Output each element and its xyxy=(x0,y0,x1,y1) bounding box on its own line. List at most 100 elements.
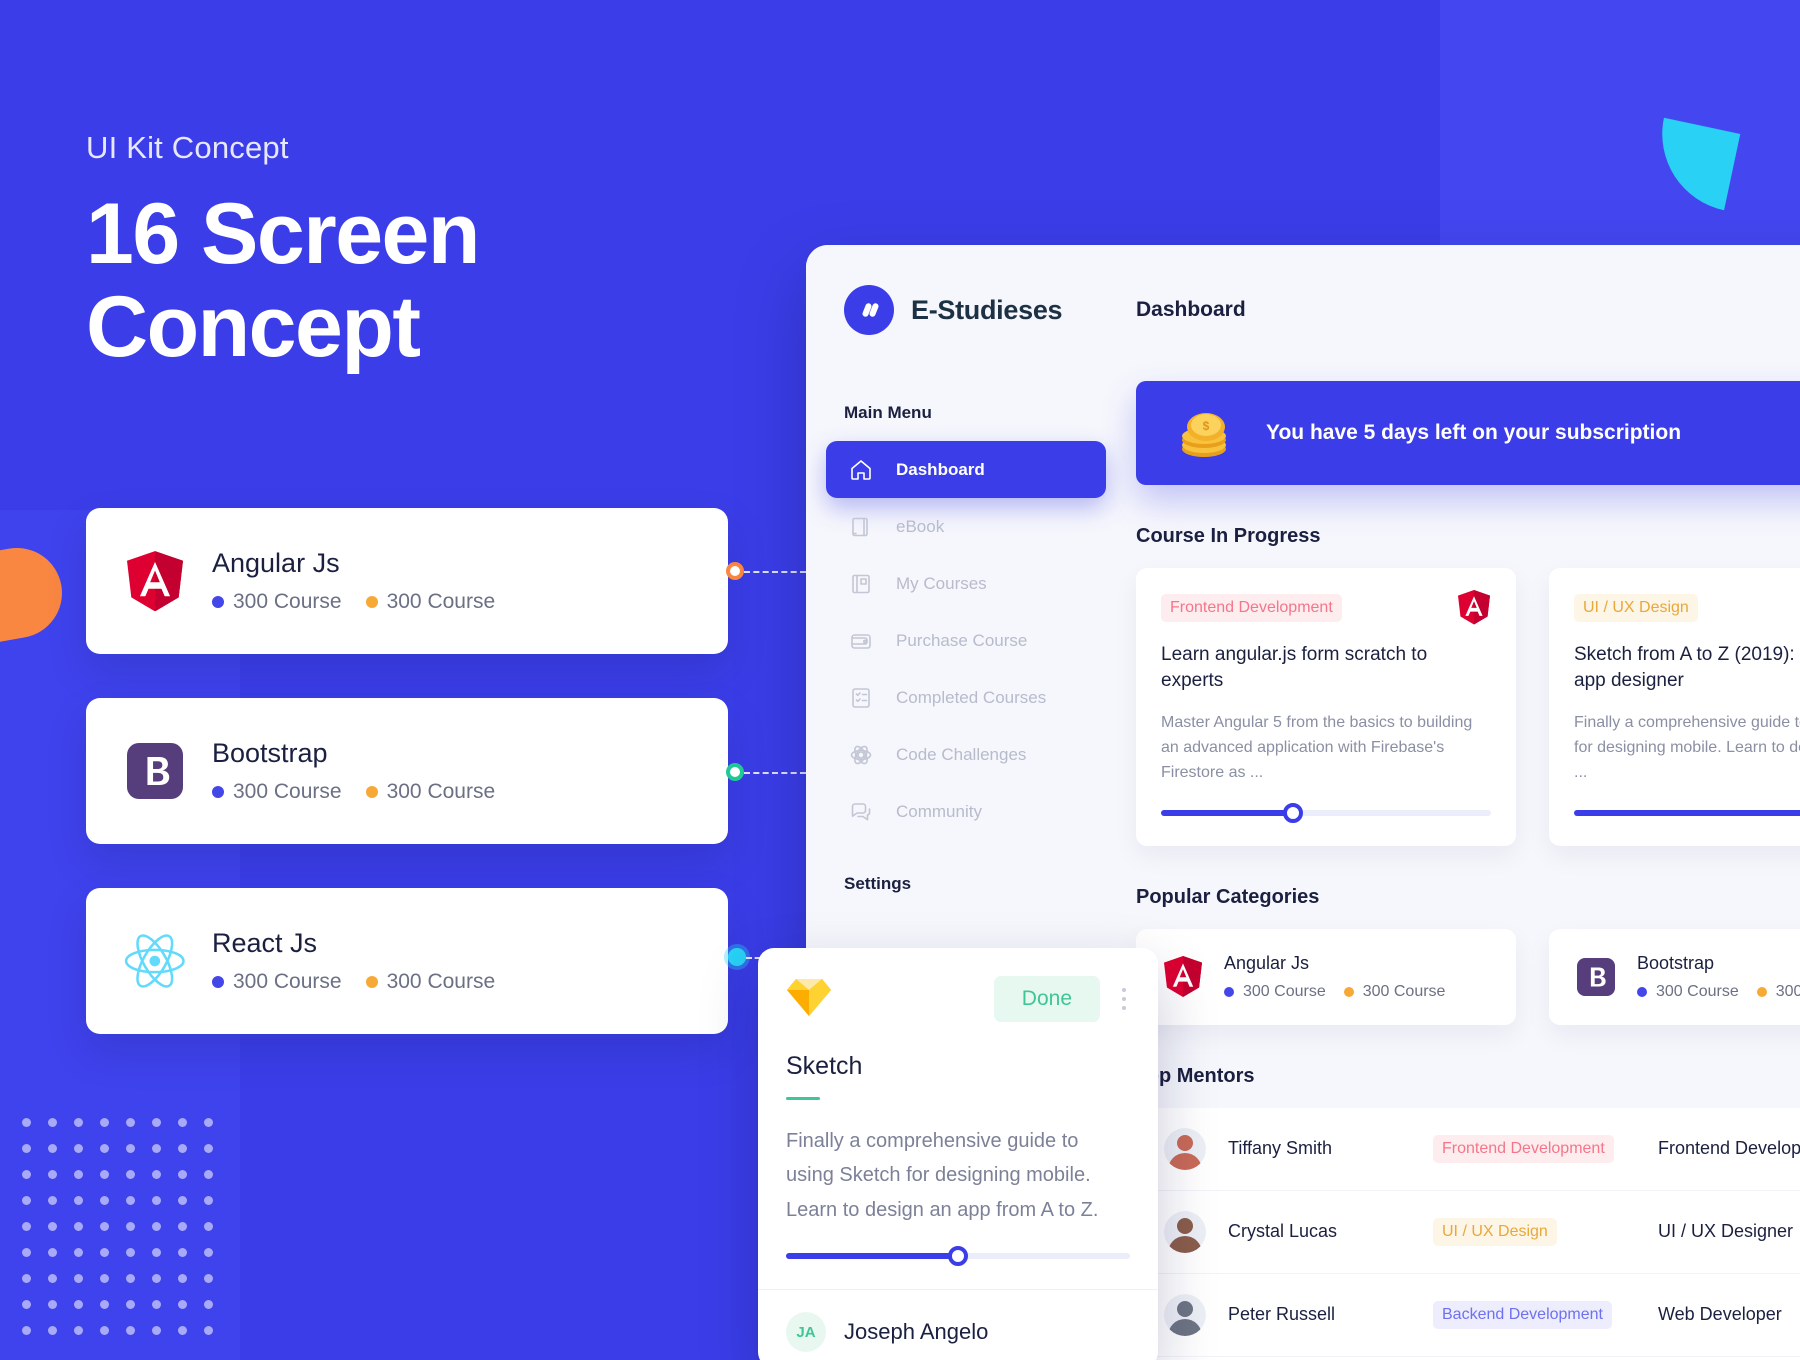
subscription-text: You have 5 days left on your subscriptio… xyxy=(1266,421,1682,444)
framework-card-list: Angular Js 300 Course 300 Course Bootstr… xyxy=(86,508,728,1078)
category-card[interactable]: Angular Js 300 Course 300 Course xyxy=(1136,928,1516,1025)
hero-title-line-2: Concept xyxy=(86,278,421,375)
sidebar-item-label: Purchase Course xyxy=(896,630,1028,650)
framework-card[interactable]: Angular Js 300 Course 300 Course xyxy=(86,508,728,654)
framework-card-body: React Js 300 Course 300 Course xyxy=(212,928,495,994)
framework-meta: 300 Course 300 Course xyxy=(212,590,495,614)
top-mentors-title: Top Mentors xyxy=(1136,1064,1255,1087)
topbar: Dashboard xyxy=(1126,285,1800,335)
course-category-chip: Frontend Development xyxy=(1161,594,1342,622)
mentor-name: Tiffany Smith xyxy=(1228,1138,1333,1159)
brand[interactable]: E-Studieses xyxy=(806,285,1126,335)
framework-card-body: Angular Js 300 Course 300 Course xyxy=(212,548,495,614)
course-progress-card[interactable]: UI / UX Design Sketch from A to Z (2019)… xyxy=(1549,568,1800,846)
mentor-category-chip: Frontend Development xyxy=(1433,1134,1614,1163)
sidebar-item-ebook[interactable]: eBook xyxy=(826,498,1106,555)
sketch-card-author: JA Joseph Angelo xyxy=(758,1289,1158,1353)
dot-grid-decoration xyxy=(22,1118,230,1352)
avatar xyxy=(1164,1127,1206,1170)
table-row[interactable]: Peter Russell Backend Development Web De… xyxy=(1136,1273,1800,1357)
sidebar-item-label: Code Challenges xyxy=(896,744,1027,764)
sketch-diamond-icon xyxy=(786,976,832,1018)
course-progress-bar[interactable] xyxy=(1161,802,1491,823)
sidebar-menu: Dashboard eBook My Courses Purchase Cour… xyxy=(806,441,1126,840)
mentor-category: UI / UX Design xyxy=(1433,1217,1658,1246)
coins-icon: $ xyxy=(1174,407,1240,459)
course-in-progress-title: Course In Progress xyxy=(1136,525,1321,547)
settings-label: Settings xyxy=(844,874,912,893)
bootstrap-logo-icon xyxy=(124,740,186,802)
bullet-blue-icon xyxy=(212,596,224,608)
category-name: Bootstrap xyxy=(1637,952,1715,973)
mentor-category: Backend Development xyxy=(1433,1300,1658,1329)
bullet-blue-icon xyxy=(1224,986,1234,997)
course-title: Learn angular.js form scratch to experts xyxy=(1161,644,1428,691)
framework-meta: 300 Course 300 Course xyxy=(212,970,495,994)
sidebar-item-my-courses[interactable]: My Courses xyxy=(826,555,1106,612)
angular-logo-icon xyxy=(1458,590,1492,625)
sidebar-item-community[interactable]: Community xyxy=(826,783,1106,840)
course-description: Master Angular 5 from the basics to buil… xyxy=(1161,714,1473,781)
sidebar-item-label: My Courses xyxy=(896,573,987,593)
connector-dot-cyan xyxy=(728,948,746,966)
meta-secondary: 300 Course xyxy=(365,590,495,614)
more-options-icon[interactable] xyxy=(1118,982,1130,1016)
course-category-chip: UI / UX Design xyxy=(1574,594,1698,622)
bullet-amber-icon xyxy=(1343,986,1354,997)
connector-line-h-2 xyxy=(744,772,806,774)
sidebar-item-purchase-course[interactable]: Purchase Course xyxy=(826,612,1106,669)
mentor-category-chip: UI / UX Design xyxy=(1433,1217,1557,1246)
atom-icon xyxy=(848,742,874,768)
sidebar-item-completed-courses[interactable]: Completed Courses xyxy=(826,669,1106,726)
course-progress-bar[interactable] xyxy=(1574,809,1800,816)
sidebar-item-label: Community xyxy=(896,801,982,821)
framework-card[interactable]: Bootstrap 300 Course 300 Course xyxy=(86,698,728,844)
popular-categories-list: Angular Js 300 Course 300 Course Bootstr… xyxy=(1136,928,1800,1025)
category-card[interactable]: Bootstrap 300 Course 300 Course xyxy=(1549,928,1800,1025)
hero-kicker: UI Kit Concept xyxy=(86,130,289,165)
meta-primary: 300 Course xyxy=(1224,983,1326,1001)
avatar xyxy=(1164,1210,1206,1253)
course-progress-card[interactable]: Frontend Development Learn angular.js fo… xyxy=(1136,568,1516,846)
meta-primary: 300 Course xyxy=(212,970,342,994)
react-logo-icon xyxy=(124,930,186,992)
done-badge[interactable]: Done xyxy=(993,976,1100,1022)
meta-primary: 300 Course xyxy=(212,780,342,804)
sidebar-item-code-challenges[interactable]: Code Challenges xyxy=(826,726,1106,783)
wallet-icon xyxy=(848,628,874,654)
home-icon xyxy=(848,457,874,483)
subscription-banner[interactable]: $ You have 5 days left on your subscript… xyxy=(1136,381,1800,485)
framework-card[interactable]: React Js 300 Course 300 Course xyxy=(86,888,728,1034)
category-meta: 300 Course 300 Course xyxy=(1637,983,1800,1001)
meta-secondary: 300 Course xyxy=(365,780,495,804)
category-card-body: Bootstrap 300 Course 300 Course xyxy=(1637,953,1800,1001)
meta-primary: 300 Course xyxy=(1637,983,1739,1001)
bullet-amber-icon xyxy=(365,976,378,988)
page-title: Dashboard xyxy=(1136,298,1246,321)
bullet-blue-icon xyxy=(1637,986,1647,997)
brand-name: E-Studieses xyxy=(911,294,1063,325)
framework-meta: 300 Course 300 Course xyxy=(212,780,495,804)
table-row[interactable]: Tiffany Smith Frontend Development Front… xyxy=(1136,1107,1800,1191)
mentor-role: UI / UX Designer xyxy=(1658,1221,1794,1242)
meta-secondary: 300 Course xyxy=(365,970,495,994)
estudieses-logo-icon xyxy=(844,285,894,335)
connector-dot-green xyxy=(726,763,744,781)
sketch-card-progress[interactable] xyxy=(786,1246,1130,1267)
top-mentors-table: Tiffany Smith Frontend Development Front… xyxy=(1136,1107,1800,1360)
sidebar-item-dashboard[interactable]: Dashboard xyxy=(826,441,1106,498)
bullet-blue-icon xyxy=(212,976,224,988)
bootstrap-logo-icon xyxy=(1575,956,1617,998)
mentor-category-chip: Backend Development xyxy=(1433,1300,1612,1329)
sidebar-item-label: Dashboard xyxy=(896,459,985,479)
avatar: JA xyxy=(786,1312,826,1353)
bullet-amber-icon xyxy=(1756,986,1767,997)
svg-text:$: $ xyxy=(1203,419,1210,433)
table-row[interactable]: Crystal Lucas UI / UX Design UI / UX Des… xyxy=(1136,1190,1800,1274)
meta-secondary: 300 Course xyxy=(1343,983,1445,1001)
checklist-icon xyxy=(848,685,874,711)
sketch-card-actions: Done xyxy=(993,976,1130,1022)
course-title: Sketch from A to Z (2019): Become an app… xyxy=(1574,644,1800,691)
meta-secondary: 300 Course xyxy=(1756,983,1800,1001)
hero-title-line-1: 16 Screen xyxy=(86,186,480,282)
